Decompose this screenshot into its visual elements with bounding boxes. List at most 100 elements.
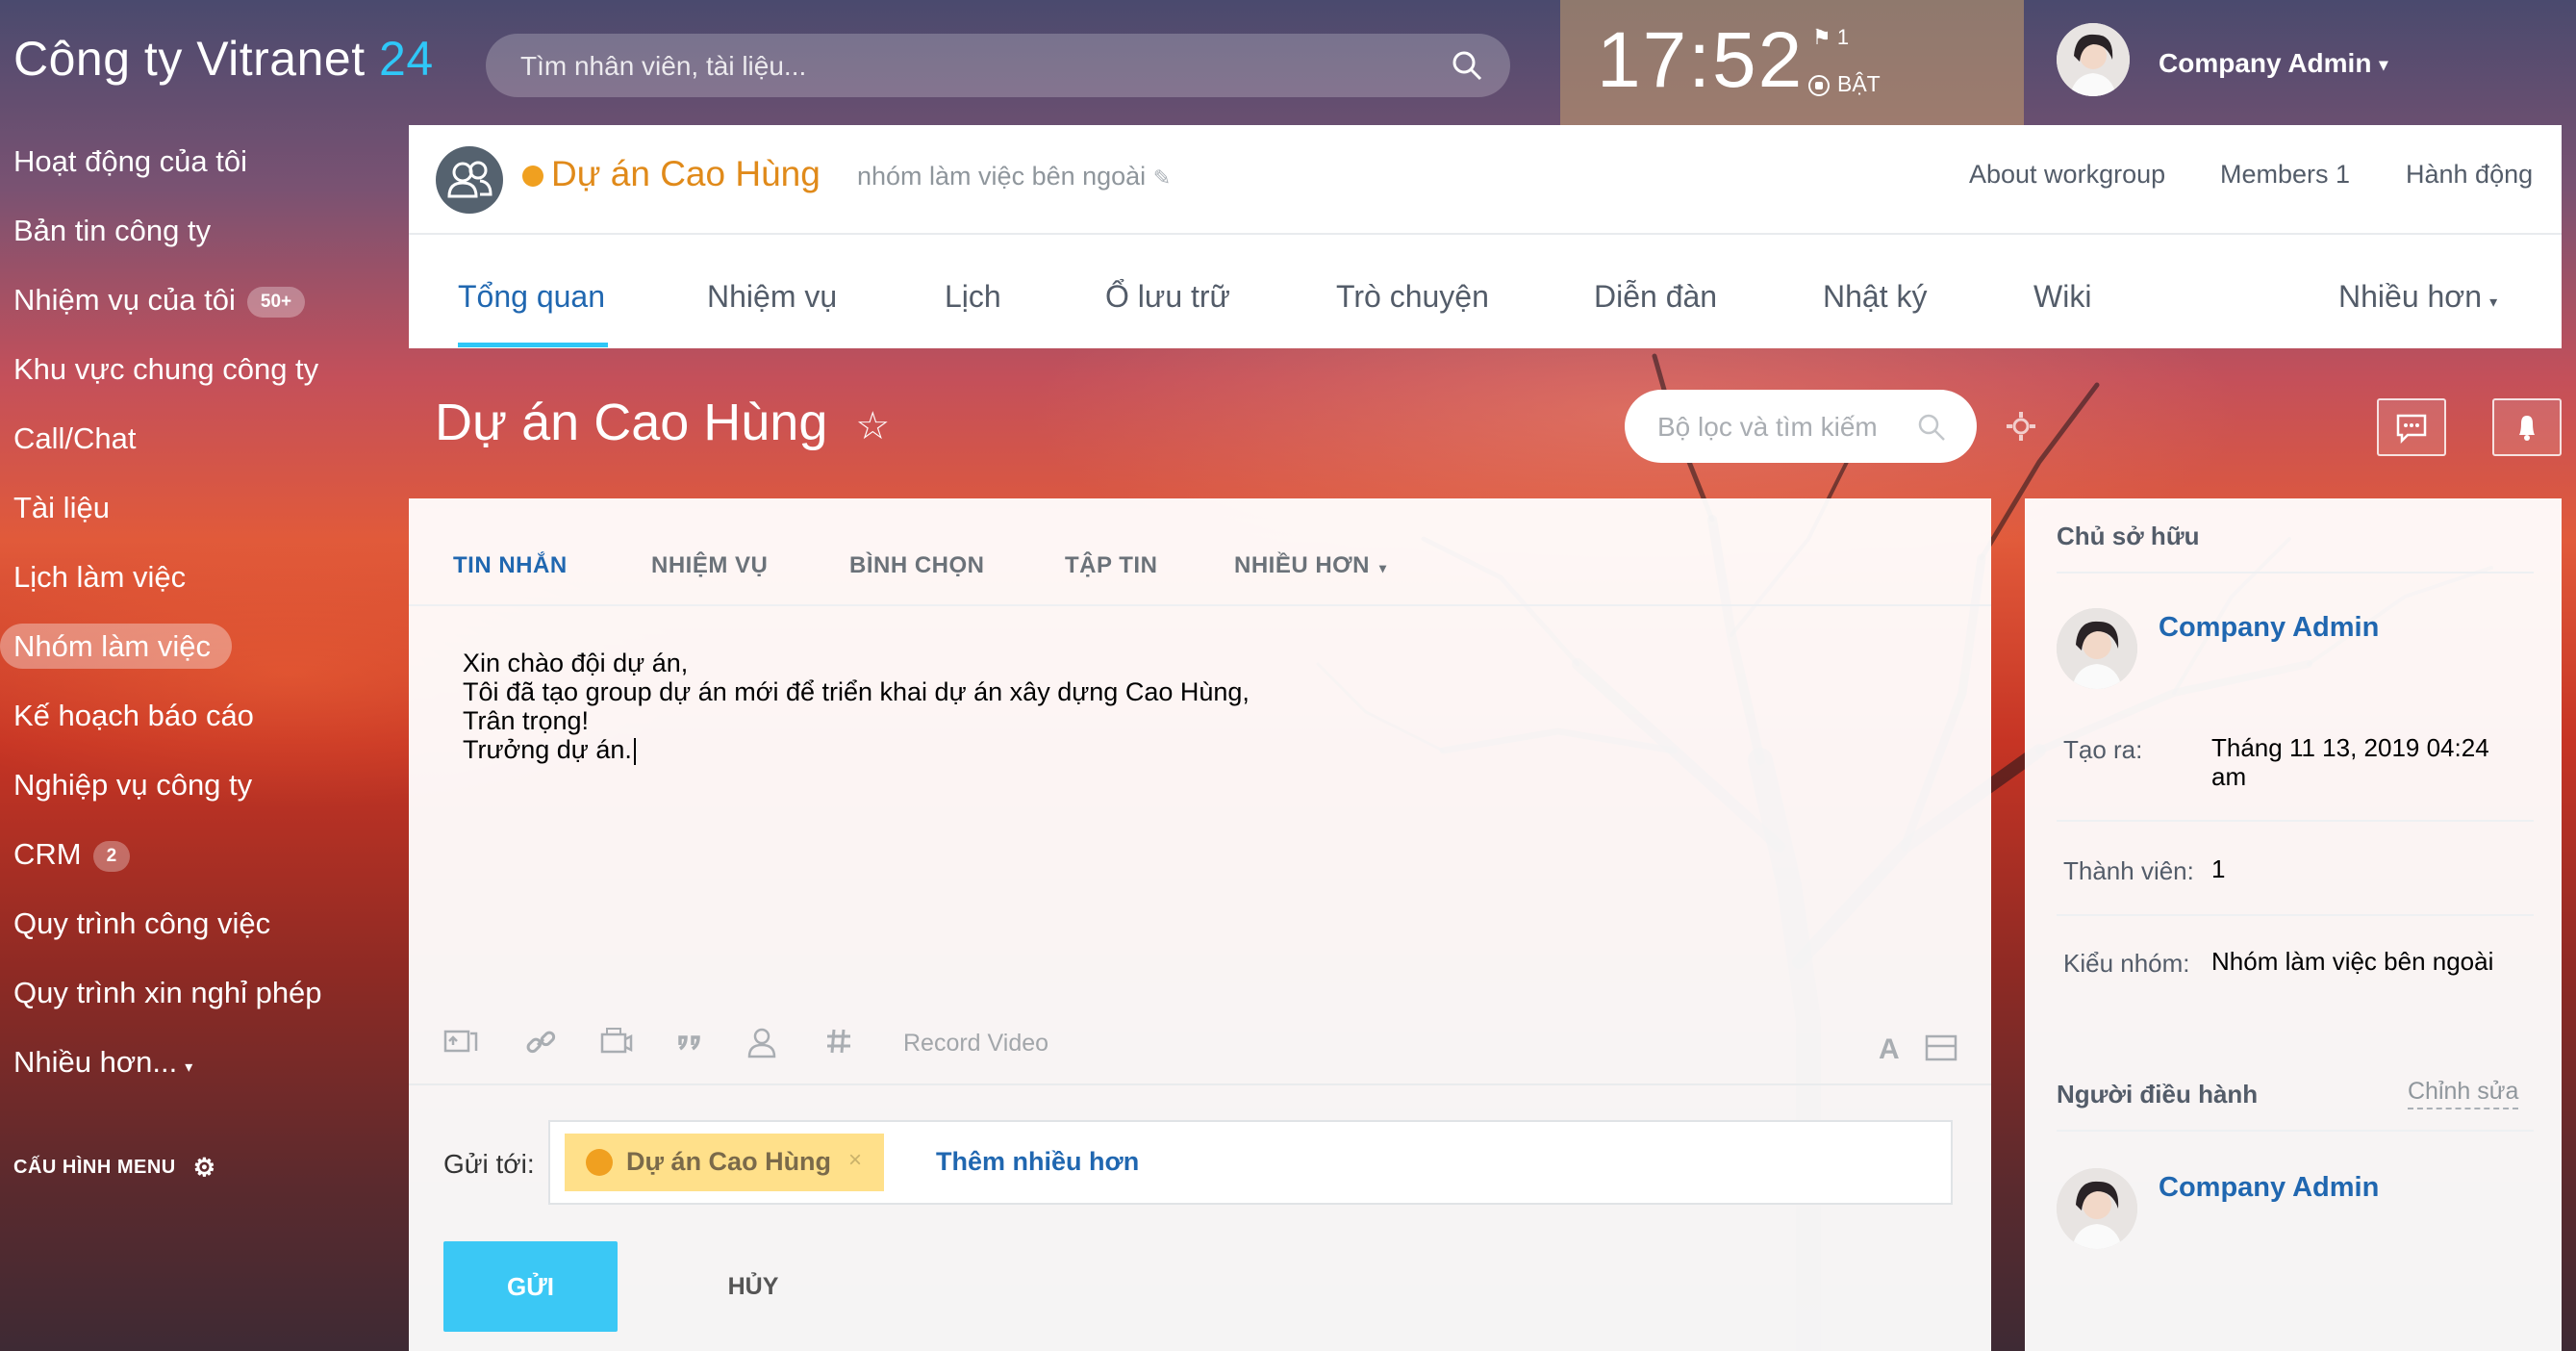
logo-text: Công ty Vitranet [13,32,366,86]
pencil-icon[interactable]: ✎ [1153,166,1171,190]
sidebar-item-common-area[interactable]: Khu vực chung công ty [0,341,404,410]
sidebar-item-label: Call/Chat [13,421,137,455]
notifications-button[interactable] [2492,398,2562,456]
flag-indicator[interactable]: ⚑ 1 [1812,25,1849,50]
group-avatar[interactable] [436,146,503,214]
sidebar-item-crm[interactable]: CRM 2 [0,826,404,895]
sidebar-item-label: Nhiều hơn... [13,1045,178,1079]
chevron-down-icon: ▾ [2379,55,2388,75]
tab-chat[interactable]: Trò chuyện [1336,279,1489,315]
tab-forum[interactable]: Diễn đàn [1594,279,1717,315]
owner-name[interactable]: Company Admin [2159,612,2379,644]
search-input[interactable] [518,34,1427,99]
tab-tasks[interactable]: Nhiệm vụ [707,279,837,315]
members-link[interactable]: Members 1 [2220,160,2350,190]
tab-more[interactable]: Nhiều hơn ▾ [2338,279,2497,315]
recipient-tag[interactable]: Dự án Cao Hùng × [565,1134,884,1191]
message-line: Trưởng dự án. [463,735,632,764]
mention-user-icon[interactable] [745,1026,778,1058]
tab-overview[interactable]: Tổng quan [458,279,605,315]
chat-button[interactable] [2377,398,2446,456]
gear-icon[interactable] [2005,410,2037,443]
user-avatar[interactable] [2057,23,2130,96]
sidebar-nav: Hoạt động của tôi Bản tin công ty Nhiệm … [0,133,404,1103]
tab-poll[interactable]: BÌNH CHỌN [849,552,985,579]
sidebar-item-documents[interactable]: Tài liệu [0,479,404,548]
upload-file-icon[interactable] [443,1026,478,1057]
clock-time[interactable]: 17:52 [1597,15,1804,106]
send-button[interactable]: GỬI [443,1241,618,1332]
filter-input[interactable] [1655,390,1919,465]
configure-menu[interactable]: CẤU HÌNH MENU ⚙ [13,1153,216,1183]
star-icon[interactable]: ☆ [855,405,890,447]
gear-icon: ⚙ [192,1153,216,1182]
avatar-image [2057,23,2130,96]
sidebar-item-calendar[interactable]: Lịch làm việc [0,548,404,618]
group-info-panel: Chủ sở hữu Company Admin Tạo ra: Tháng 1… [2025,498,2562,1351]
composer-divider [409,1083,1991,1085]
sidebar-item-workgroups[interactable]: Nhóm làm việc [0,618,404,687]
text-format-icon[interactable]: A [1879,1033,1900,1066]
sidebar-item-news[interactable]: Bản tin công ty [0,202,404,271]
group-type-text: nhóm làm việc bên ngoài [857,162,1147,191]
sidebar-item-label: Quy trình công việc [13,906,271,940]
quote-icon[interactable] [676,1026,705,1057]
chevron-down-icon: ▾ [1378,560,1387,575]
tab-message[interactable]: TIN NHẮN [453,552,568,579]
filter-search[interactable] [1625,390,1977,465]
group-type: nhóm làm việc bên ngoài ✎ [857,162,1171,191]
link-icon[interactable] [524,1026,557,1058]
sidebar-item-label: Nghiệp vụ công ty [13,768,253,802]
toolbar-toggle-icon[interactable] [1925,1033,1957,1062]
add-more-recipients-link[interactable]: Thêm nhiều hơn [936,1147,1139,1177]
tab-more[interactable]: NHIỀU HƠN ▾ [1234,552,1387,579]
sidebar-item-label: Quy trình xin nghỉ phép [13,976,322,1009]
search-icon[interactable] [1451,49,1483,82]
actions-link[interactable]: Hành động [2406,160,2533,190]
sidebar-item-leave-process[interactable]: Quy trình xin nghỉ phép [0,964,404,1033]
status-label: BẬT [1837,71,1881,96]
members-value: 1 [2211,854,2226,883]
cancel-button[interactable]: HỦY [695,1241,811,1332]
global-search[interactable] [486,34,1510,99]
owner-avatar[interactable] [2057,608,2137,689]
group-title[interactable]: Dự án Cao Hùng [522,154,821,194]
user-menu[interactable]: Company Admin ▾ [2159,48,2387,79]
message-editor[interactable]: Xin chào đội dự án, Tôi đã tạo group dự … [463,649,1250,765]
edit-moderators-link[interactable]: Chỉnh sửa [2408,1078,2519,1109]
tab-log[interactable]: Nhật ký [1823,279,1927,315]
company-logo[interactable]: Công ty Vitranet 24 [13,31,434,87]
sidebar-item-business[interactable]: Nghiệp vụ công ty [0,756,404,826]
globe-icon [522,166,543,188]
owner-heading: Chủ sở hữu [2057,522,2200,550]
about-workgroup-link[interactable]: About workgroup [1969,160,2165,190]
close-icon[interactable]: × [848,1147,862,1174]
tab-task[interactable]: NHIỆM VỤ [651,552,768,579]
sidebar-item-label: Lịch làm việc [13,560,187,594]
sidebar-item-call-chat[interactable]: Call/Chat [0,410,404,479]
sidebar-item-more[interactable]: Nhiều hơn... ▾ [0,1033,404,1103]
tab-calendar[interactable]: Lịch [945,279,1001,315]
chevron-down-icon: ▾ [2489,294,2498,311]
workday-status[interactable]: BẬT [1808,71,1881,97]
sidebar-item-my-activity[interactable]: Hoạt động của tôi [0,133,404,202]
sidebar-item-workflows[interactable]: Quy trình công việc [0,895,404,964]
panel-divider [2057,820,2534,822]
moderator-name[interactable]: Company Admin [2159,1172,2379,1204]
tab-wiki[interactable]: Wiki [2033,279,2091,315]
video-icon[interactable] [599,1026,634,1057]
search-icon[interactable] [1917,413,1946,442]
count-badge: 2 [92,840,131,872]
panel-divider [2057,572,2534,574]
record-video-button[interactable]: Record Video [903,1030,1048,1058]
send-to-label: Gửi tới: [443,1149,535,1179]
sidebar-item-my-tasks[interactable]: Nhiệm vụ của tôi 50+ [0,271,404,341]
tab-files[interactable]: TẬP TIN [1065,552,1157,579]
tab-drive[interactable]: Ổ lưu trữ [1105,279,1230,315]
moderator-avatar[interactable] [2057,1168,2137,1249]
chevron-down-icon: ▾ [185,1059,193,1076]
sidebar-item-report-plan[interactable]: Kế hoạch báo cáo [0,687,404,756]
sidebar-item-label: Hoạt động của tôi [13,144,248,178]
panel-divider [2057,914,2534,916]
hashtag-icon[interactable] [824,1026,853,1057]
